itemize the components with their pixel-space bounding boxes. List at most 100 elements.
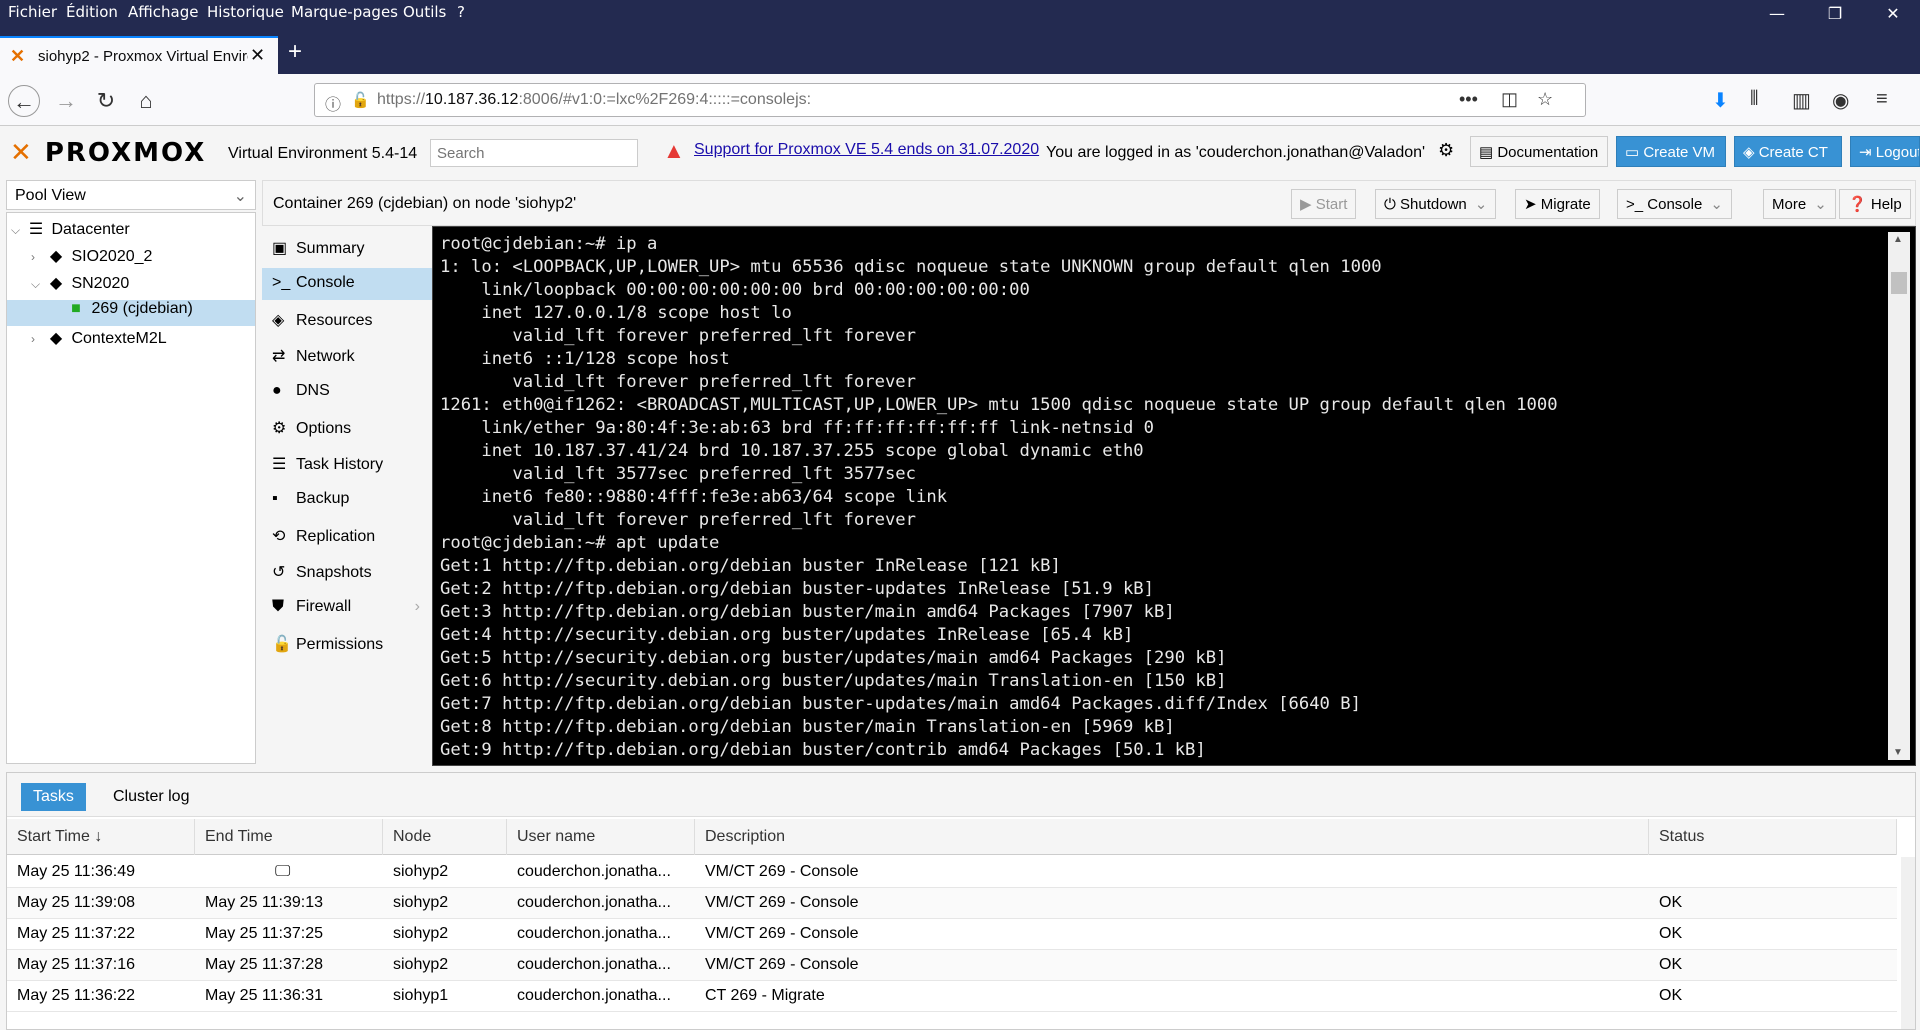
col-status[interactable]: Status [1649, 819, 1897, 855]
menu-help[interactable]: ? [457, 3, 465, 21]
page-actions-icon[interactable]: ••• [1459, 89, 1478, 110]
submenu-firewall[interactable]: ⛊ Firewall › [262, 592, 432, 624]
minimize-icon[interactable]: — [1762, 4, 1792, 23]
tab-close-icon[interactable]: ✕ [250, 45, 265, 66]
url-text[interactable]: https://10.187.36.12:8006/#v1:0:=lxc%2F2… [377, 91, 811, 109]
scroll-up-icon[interactable]: ▲ [1893, 234, 1903, 245]
account-icon[interactable]: ◉ [1832, 88, 1849, 113]
logout-button[interactable]: ⇥ Logout [1850, 136, 1920, 167]
console-scrollbar[interactable]: ▲ ▼ [1888, 232, 1910, 760]
col-user-name[interactable]: User name [507, 819, 695, 855]
exchange-icon: ⇄ [272, 348, 286, 365]
start-button[interactable]: ▶ Start [1291, 189, 1357, 219]
submenu-network[interactable]: ⇄ Network [262, 340, 432, 372]
forward-icon[interactable]: → [50, 85, 82, 117]
submenu-replication[interactable]: ⟲ Replication [262, 520, 432, 552]
tree-node-datacenter[interactable]: ⌵ ☰ Datacenter [11, 219, 255, 245]
create-vm-button[interactable]: ▭ Create VM [1616, 136, 1726, 167]
browser-tab[interactable]: ✕ siohyp2 - Proxmox Virtual Environment … [0, 36, 278, 74]
chevron-right-icon[interactable]: › [415, 598, 420, 616]
view-selector[interactable]: Pool View ⌄ [6, 180, 256, 210]
tab-cluster-log[interactable]: Cluster log [101, 783, 201, 811]
submenu-dns[interactable]: ● DNS [262, 376, 432, 408]
chevron-down-icon: ⌄ [233, 188, 247, 205]
menu-outils[interactable]: Outils [403, 3, 446, 21]
submenu-options[interactable]: ⚙ Options [262, 412, 432, 444]
expand-icon[interactable]: › [31, 332, 45, 346]
tab-tasks[interactable]: Tasks [21, 783, 86, 811]
url-bar[interactable]: ⓘ 🔓 https://10.187.36.12:8006/#v1:0:=lxc… [314, 83, 1586, 117]
reload-icon[interactable]: ↻ [90, 85, 122, 117]
home-icon[interactable]: ⌂ [130, 85, 162, 117]
col-end-time[interactable]: End Time [195, 819, 383, 855]
menu-affichage[interactable]: Affichage [128, 3, 198, 21]
chevron-down-icon[interactable]: ⌄ [1814, 196, 1827, 213]
tree-node-269-cjdebian[interactable]: ■ 269 (cjdebian) [7, 300, 255, 326]
tree-node-sn2020[interactable]: ⌵ ◆ SN2020 [31, 273, 253, 299]
table-row[interactable]: May 25 11:37:16 May 25 11:37:28 siohyp2 cou… [7, 950, 1897, 981]
app-menu-icon[interactable]: ≡ [1876, 88, 1888, 111]
col-node[interactable]: Node [383, 819, 507, 855]
downloads-icon[interactable]: ⬇ [1712, 88, 1729, 113]
collapse-icon[interactable]: ⌵ [31, 277, 45, 292]
menu-fichier[interactable]: Fichier [8, 3, 57, 21]
menu-marque-pages[interactable]: Marque-pages [291, 3, 398, 21]
migrate-button[interactable]: ➤ Migrate [1515, 189, 1600, 219]
restore-icon[interactable]: ❐ [1820, 4, 1850, 23]
create-ct-button[interactable]: ◈ Create CT [1734, 136, 1842, 167]
book-icon: ▤ [1479, 144, 1498, 161]
task-scrollbar[interactable] [1901, 857, 1915, 1029]
shutdown-button[interactable]: ⏻ Shutdown ⌄ [1375, 189, 1497, 219]
close-window-icon[interactable]: ✕ [1878, 4, 1908, 23]
col-description[interactable]: Description [695, 819, 1649, 855]
col-start-time[interactable]: Start Time ↓ [7, 819, 195, 855]
expand-icon[interactable]: › [31, 250, 45, 264]
scroll-thumb[interactable] [1891, 272, 1907, 294]
submenu-console[interactable]: >_ Console [262, 268, 432, 300]
more-button[interactable]: More ⌄ [1763, 189, 1836, 219]
gear-icon[interactable]: ⚙ [1438, 140, 1454, 161]
console-line: inet6 fe80::9880:4fff:fe3e:ab63/64 scope… [440, 487, 948, 507]
logged-in-text: You are logged in as 'couderchon.jonatha… [1046, 144, 1426, 161]
submenu-task-history[interactable]: ☰ Task History [262, 448, 432, 480]
monitor-icon: ▭ [1625, 144, 1644, 161]
cell-end: May 25 11:37:28 [205, 956, 324, 973]
new-tab-icon[interactable]: + [288, 38, 302, 66]
chevron-down-icon[interactable]: ⌄ [1710, 196, 1723, 213]
cell-user: couderchon.jonatha... [517, 925, 671, 942]
console-button[interactable]: >_ Console ⌄ [1617, 189, 1732, 219]
table-row[interactable]: May 25 11:39:08 May 25 11:39:13 siohyp2 cou… [7, 888, 1897, 919]
bookmark-star-icon[interactable]: ☆ [1537, 89, 1553, 110]
table-row[interactable]: May 25 11:37:22 May 25 11:37:25 siohyp2 cou… [7, 919, 1897, 950]
view-selector-label: Pool View [15, 187, 86, 204]
scroll-down-icon[interactable]: ▼ [1893, 747, 1903, 758]
submenu-summary[interactable]: ▣ Summary [262, 232, 432, 264]
back-icon[interactable]: ← [8, 85, 40, 117]
table-row[interactable]: May 25 11:36:49 🖵 siohyp2 couderchon.jonath… [7, 857, 1897, 888]
search-input[interactable] [430, 139, 638, 167]
help-button[interactable]: ❓ Help [1839, 189, 1911, 219]
library-icon[interactable]: ⫴ [1750, 88, 1758, 111]
menu-historique[interactable]: Historique [207, 3, 284, 21]
chevron-down-icon[interactable]: ⌄ [1475, 196, 1488, 213]
console-terminal[interactable]: root@cjdebian:~# ip a 1: lo: <LOOPBACK,UP… [432, 226, 1916, 766]
support-link[interactable]: Support for Proxmox VE 5.4 ends on 31.07… [694, 141, 1039, 159]
console-line: root@cjdebian:~# ip a [440, 234, 658, 254]
documentation-button[interactable]: ▤ Documentation [1470, 136, 1608, 167]
cell-node: siohyp2 [393, 863, 449, 880]
info-icon[interactable]: ⓘ [325, 91, 341, 115]
console-output: root@cjdebian:~# ip a 1: lo: <LOOPBACK,UP… [440, 233, 1558, 762]
collapse-icon[interactable]: ⌵ [11, 223, 25, 238]
pocket-icon[interactable]: ◫ [1501, 89, 1518, 110]
menu-edition[interactable]: Édition [66, 3, 118, 21]
submenu-permissions[interactable]: 🔓 Permissions [262, 628, 432, 660]
submenu-backup[interactable]: ▪ Backup [262, 484, 432, 516]
sidebar-icon[interactable]: ▥ [1792, 88, 1811, 113]
table-row[interactable]: May 25 11:36:22 May 25 11:36:31 siohyp1 cou… [7, 981, 1897, 1012]
submenu-snapshots[interactable]: ↺ Snapshots [262, 556, 432, 588]
console-line: valid_lft 3577sec preferred_lft 3577sec [440, 464, 916, 484]
tree-node-sio2020-2[interactable]: › ◆ SIO2020_2 [31, 246, 253, 272]
submenu-resources[interactable]: ◈ Resources [262, 304, 432, 336]
tree-node-contextem2l[interactable]: › ◆ ContexteM2L [31, 328, 253, 354]
insecure-lock-icon[interactable]: 🔓 [351, 91, 370, 109]
